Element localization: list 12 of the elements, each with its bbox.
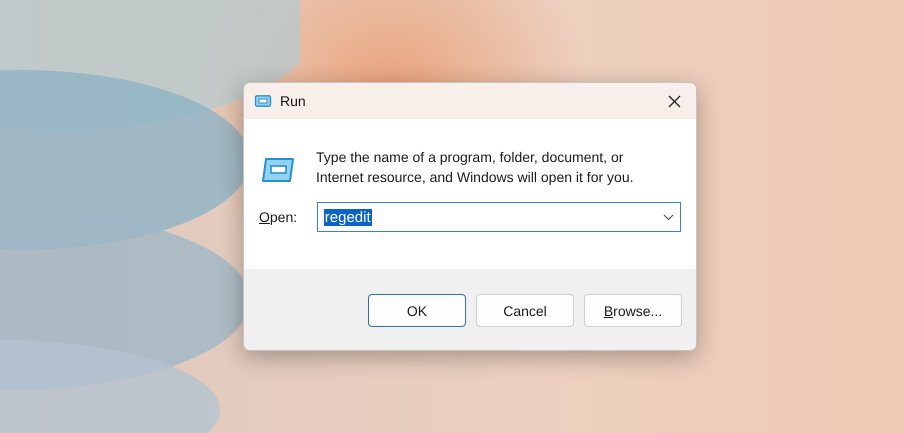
description-text: Type the name of a program, folder, document, or Internet resource, and Windows will open it for you.	[316, 148, 634, 187]
dialog-button[interactable]: Browse...	[584, 294, 682, 327]
chevron-down-icon[interactable]	[663, 214, 674, 220]
run-icon	[260, 157, 296, 183]
window-title: Run	[280, 93, 307, 109]
open-label: Open:	[259, 209, 298, 225]
open-combobox[interactable]: regedit	[316, 202, 681, 232]
window-icon	[254, 95, 272, 107]
command-text: regedit	[324, 208, 372, 226]
dialog-button[interactable]: OK	[368, 294, 466, 327]
close-icon	[668, 94, 680, 108]
dialog-button[interactable]: Cancel	[476, 294, 574, 327]
